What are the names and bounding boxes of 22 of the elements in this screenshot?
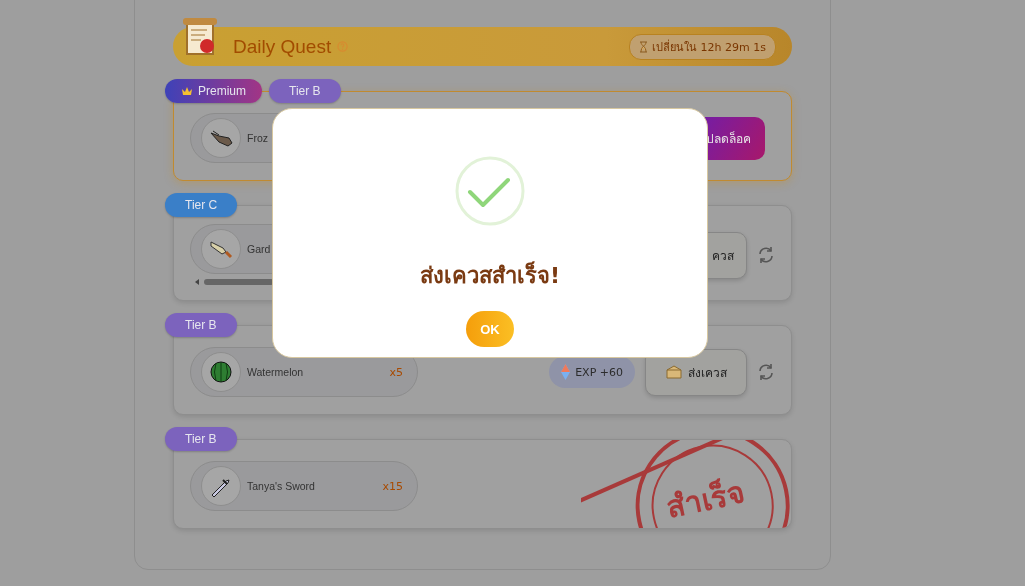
item-name: Gard: [247, 243, 272, 255]
tier-tag: Tier C: [165, 193, 238, 217]
reward-text: EXP +60: [575, 365, 623, 379]
hourglass-icon: [639, 40, 649, 53]
box-icon: [665, 365, 682, 379]
item-count: x15: [382, 479, 403, 493]
tier-tag: Tier B: [165, 313, 237, 337]
quest-title: Daily Quest: [233, 35, 332, 58]
stamp-text: สำเร็จ: [663, 474, 749, 525]
item-name: Watermelon: [247, 366, 305, 378]
timer-text: เปลี่ยนใน 12h 29m 1s: [652, 38, 766, 56]
dialog-message: ส่งเควสสำเร็จ!: [419, 260, 560, 290]
item-count: x5: [389, 365, 403, 379]
crystal-icon: [561, 364, 571, 380]
item-name: Tanya's Sword: [247, 480, 316, 492]
premium-tag: Premium: [165, 79, 262, 103]
watermelon-icon: [208, 359, 234, 385]
tier-tag: Tier B: [165, 427, 237, 451]
success-check-icon: [455, 156, 525, 226]
tier-tag: Tier B: [269, 79, 341, 103]
crown-icon: [181, 86, 193, 96]
item-name: Froz: [247, 132, 269, 144]
